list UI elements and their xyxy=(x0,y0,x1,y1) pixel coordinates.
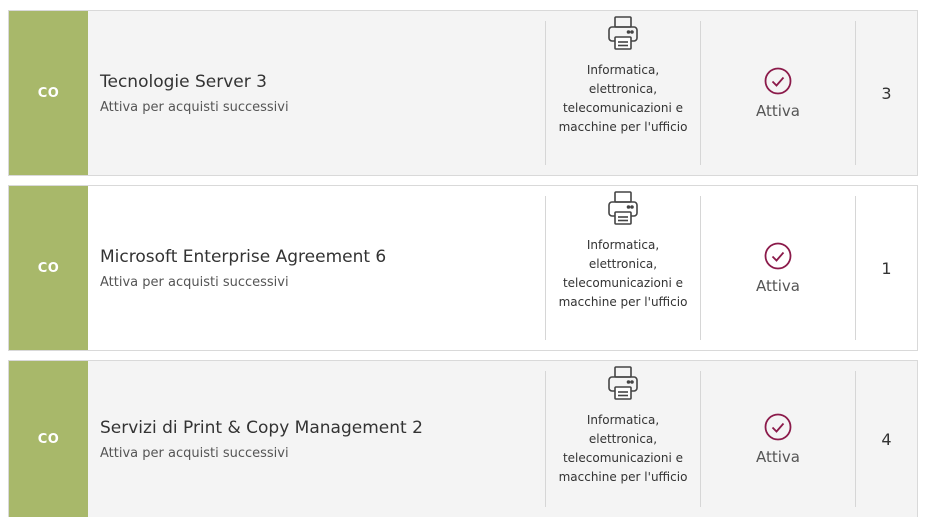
status-label: Attiva xyxy=(756,277,800,295)
item-subtitle: Attiva per acquisti successivi xyxy=(100,274,289,290)
item-title[interactable]: Microsoft Enterprise Agreement 6 xyxy=(100,247,545,267)
check-circle-icon xyxy=(764,67,792,95)
item-subtitle: Attiva per acquisti successivi xyxy=(100,99,289,115)
item-count: 1 xyxy=(881,258,892,278)
category-label: Informatica, elettronica, telecomunicazi… xyxy=(558,238,688,309)
printer-icon xyxy=(608,191,638,225)
category-label: Informatica, elettronica, telecomunicazi… xyxy=(558,413,688,484)
check-circle-icon xyxy=(764,413,792,441)
item-count: 3 xyxy=(881,83,892,103)
type-badge: CO xyxy=(9,11,88,175)
status-label: Attiva xyxy=(756,448,800,466)
item-status: Attiva xyxy=(701,186,855,350)
printer-icon xyxy=(608,366,638,400)
item-title[interactable]: Servizi di Print & Copy Management 2 xyxy=(100,418,545,438)
printer-icon xyxy=(608,16,638,50)
item-info: Servizi di Print & Copy Management 2 Att… xyxy=(88,361,545,517)
item-category: Informatica, elettronica, telecomunicazi… xyxy=(546,361,700,517)
type-badge: CO xyxy=(9,361,88,517)
item-title[interactable]: Tecnologie Server 3 xyxy=(100,72,545,92)
category-label: Informatica, elettronica, telecomunicazi… xyxy=(558,63,688,134)
list-item[interactable]: CO Microsoft Enterprise Agreement 6 Atti… xyxy=(8,185,918,351)
convention-list: CO Tecnologie Server 3 Attiva per acquis… xyxy=(0,0,933,517)
item-info: Microsoft Enterprise Agreement 6 Attiva … xyxy=(88,186,545,350)
type-badge: CO xyxy=(9,186,88,350)
item-count: 4 xyxy=(881,429,892,449)
item-info: Tecnologie Server 3 Attiva per acquisti … xyxy=(88,11,545,175)
check-circle-icon xyxy=(764,242,792,270)
item-subtitle: Attiva per acquisti successivi xyxy=(100,445,289,461)
list-item[interactable]: CO Servizi di Print & Copy Management 2 … xyxy=(8,360,918,517)
item-status: Attiva xyxy=(701,361,855,517)
item-status: Attiva xyxy=(701,11,855,175)
item-category: Informatica, elettronica, telecomunicazi… xyxy=(546,11,700,175)
status-label: Attiva xyxy=(756,102,800,120)
list-item[interactable]: CO Tecnologie Server 3 Attiva per acquis… xyxy=(8,10,918,176)
item-category: Informatica, elettronica, telecomunicazi… xyxy=(546,186,700,350)
